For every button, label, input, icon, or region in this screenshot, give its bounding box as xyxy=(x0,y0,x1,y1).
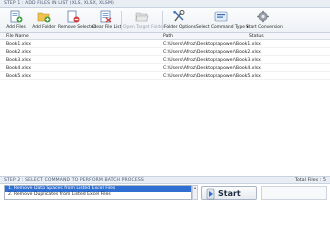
open-target-folder-label: Open Target Folder xyxy=(123,25,165,30)
add-files-button[interactable]: Add Files xyxy=(3,9,29,32)
toolbar: Add Files Add Folder Remove Selected Cle… xyxy=(0,8,330,33)
command-list-scrollbar[interactable]: ▴ xyxy=(192,185,198,200)
file-name-cell: Book3.xlsx xyxy=(6,58,31,63)
table-row[interactable]: Book3.xlsx C:\Users\Afroz\Desktop\apower… xyxy=(0,57,330,64)
clear-file-list-label: Clear File List xyxy=(92,25,122,30)
column-header-status[interactable]: Status xyxy=(249,33,264,40)
table-row[interactable]: Book2.xlsx C:\Users\Afroz\Desktop\apower… xyxy=(0,49,330,56)
start-icon xyxy=(206,188,215,200)
remove-selected-label: Remove Selected xyxy=(58,25,97,30)
clear-list-icon xyxy=(100,10,112,23)
side-panel xyxy=(261,186,327,200)
folder-options-button[interactable]: Folder Options xyxy=(164,9,196,32)
file-name-cell: Book5.xlsx xyxy=(6,74,31,79)
path-cell: C:\Users\Afroz\Desktop\apower\Book2.xlsx xyxy=(163,50,261,55)
toolbar-separator xyxy=(121,11,122,30)
step2-header: STEP 2 : SELECT COMMAND TO PERFORM BATCH… xyxy=(0,176,330,184)
folder-options-label: Folder Options xyxy=(164,25,196,30)
table-row[interactable]: Book5.xlsx C:\Users\Afroz\Desktop\apower… xyxy=(0,73,330,80)
step1-title: STEP 1 : ADD FILES IN LIST (XLS, XLSX, X… xyxy=(4,1,114,6)
start-button[interactable]: Start xyxy=(201,186,257,200)
command-list[interactable]: 1. Remove Data Spaces from Listed Excel … xyxy=(4,185,192,200)
table-row[interactable]: Book4.xlsx C:\Users\Afroz\Desktop\apower… xyxy=(0,65,330,72)
command-type-icon xyxy=(214,11,228,22)
start-conversion-button[interactable]: Start Conversion xyxy=(246,9,283,32)
folder-options-icon xyxy=(173,10,185,22)
scroll-up-icon[interactable]: ▴ xyxy=(193,186,197,190)
column-header-file-name[interactable]: File Name xyxy=(6,33,29,40)
select-command-type-button[interactable]: Select Command Type ▾ xyxy=(196,9,249,32)
remove-selected-icon xyxy=(67,10,80,23)
path-cell: C:\Users\Afroz\Desktop\apower\Book5.xlsx xyxy=(163,74,261,79)
file-name-cell: Book2.xlsx xyxy=(6,50,31,55)
add-files-icon xyxy=(10,10,23,23)
file-name-cell: Book1.xlsx xyxy=(6,42,31,47)
step1-header: STEP 1 : ADD FILES IN LIST (XLS, XLSX, X… xyxy=(0,0,330,8)
table-row[interactable]: Book1.xlsx C:\Users\Afroz\Desktop\apower… xyxy=(0,41,330,48)
toolbar-separator xyxy=(162,11,163,30)
step2-title: STEP 2 : SELECT COMMAND TO PERFORM BATCH… xyxy=(4,178,144,183)
start-conversion-label: Start Conversion xyxy=(246,25,283,30)
add-files-label: Add Files xyxy=(6,25,26,30)
open-folder-icon xyxy=(135,12,149,22)
total-files-count: Total Files : 5 xyxy=(294,178,326,183)
file-name-cell: Book4.xlsx xyxy=(6,66,31,71)
clear-file-list-button[interactable]: Clear File List xyxy=(92,9,122,32)
add-folder-icon xyxy=(37,12,51,23)
path-cell: C:\Users\Afroz\Desktop\apower\Book4.xlsx xyxy=(163,66,261,71)
select-command-type-label: Select Command Type xyxy=(196,25,245,30)
path-cell: C:\Users\Afroz\Desktop\apower\Book3.xlsx xyxy=(163,58,261,63)
column-header-path[interactable]: Path xyxy=(163,33,173,40)
start-button-label: Start xyxy=(218,189,241,198)
path-cell: C:\Users\Afroz\Desktop\apower\Book1.xlsx xyxy=(163,42,261,47)
list-item[interactable]: 2. Remove Duplicates from Listed Excel F… xyxy=(5,192,191,198)
open-target-folder-button[interactable]: Open Target Folder xyxy=(123,9,165,32)
remove-selected-button[interactable]: Remove Selected xyxy=(58,9,96,32)
file-grid: Book1.xlsx C:\Users\Afroz\Desktop\apower… xyxy=(0,40,330,176)
file-grid-header: File Name Path Status xyxy=(0,33,330,40)
start-conversion-icon xyxy=(257,10,269,23)
add-folder-label: Add Folder xyxy=(32,25,56,30)
add-folder-button[interactable]: Add Folder xyxy=(30,9,58,32)
